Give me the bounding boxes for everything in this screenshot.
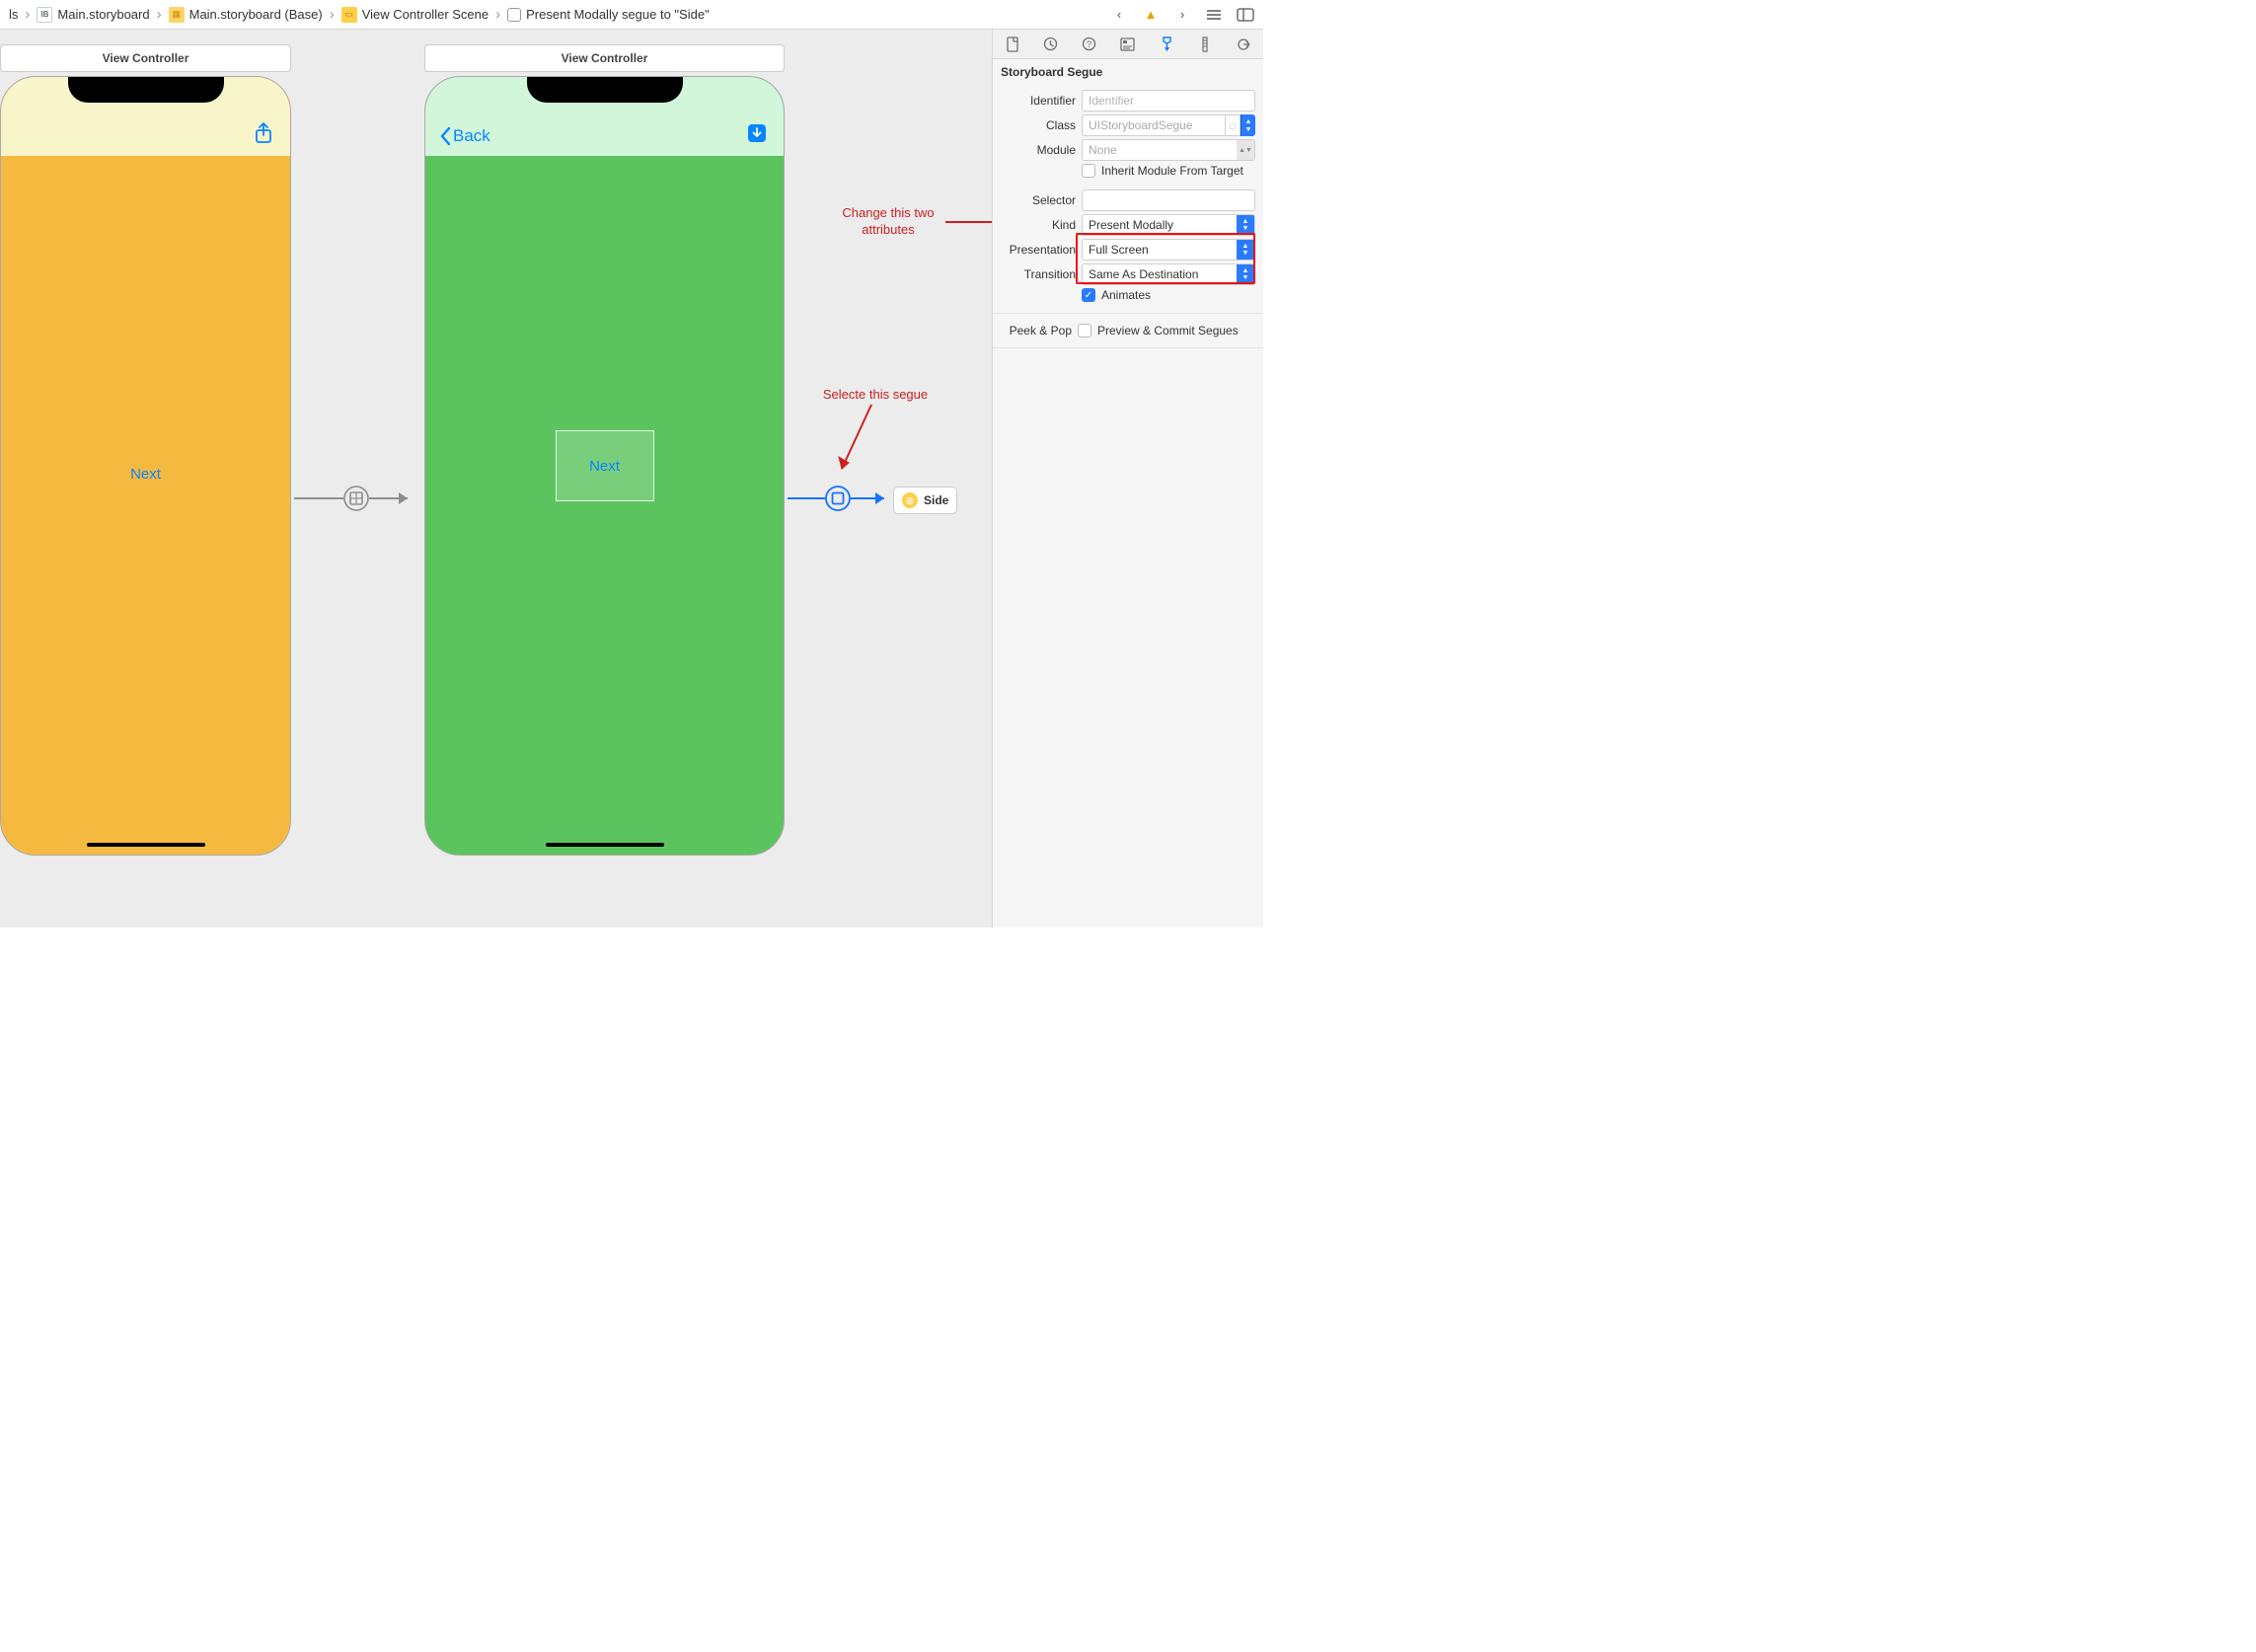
breadcrumb-item[interactable]: Present Modally segue to "Side" xyxy=(504,7,713,22)
adjust-editor-button[interactable] xyxy=(1202,4,1226,26)
next-button[interactable]: Next xyxy=(130,466,161,483)
annotation-arrow xyxy=(832,405,881,484)
breadcrumb-item[interactable]: ▦ Main.storyboard (Base) xyxy=(166,7,326,23)
checkbox-label: Preview & Commit Segues xyxy=(1097,324,1239,338)
document-outline-toggle[interactable] xyxy=(1234,4,1257,26)
breadcrumb-item[interactable]: ls xyxy=(6,7,21,22)
class-select[interactable]: UIStoryboardSegue xyxy=(1082,114,1226,136)
inherit-module-checkbox[interactable] xyxy=(1082,164,1095,178)
present-modally-segue[interactable] xyxy=(788,484,896,516)
field-label: Presentation xyxy=(1001,243,1076,257)
module-select[interactable]: None▲▼ xyxy=(1082,139,1255,161)
home-indicator xyxy=(546,843,664,847)
breadcrumb-label: View Controller Scene xyxy=(362,7,489,22)
device-notch xyxy=(68,77,224,103)
file-inspector-tab[interactable] xyxy=(1001,33,1024,56)
device-notch xyxy=(527,77,683,103)
inspector-panel: ? Storyboard Segue Identifier Class UISt… xyxy=(992,30,1263,928)
download-icon[interactable] xyxy=(744,120,770,146)
segue-icon xyxy=(507,8,521,22)
attributes-inspector-tab[interactable] xyxy=(1155,33,1178,56)
size-inspector-tab[interactable] xyxy=(1193,33,1217,56)
identity-inspector-tab[interactable] xyxy=(1116,33,1140,56)
kind-select[interactable]: Present Modally▲▼ xyxy=(1082,214,1255,236)
transition-select[interactable]: Same As Destination▲▼ xyxy=(1082,263,1255,285)
presentation-select[interactable]: Full Screen▲▼ xyxy=(1082,239,1255,261)
breadcrumb-label: Main.storyboard xyxy=(57,7,149,22)
device-frame: Back Next xyxy=(424,76,785,856)
breadcrumb-label: Present Modally segue to "Side" xyxy=(526,7,710,22)
divider xyxy=(993,347,1263,348)
scene-title[interactable]: View Controller xyxy=(0,44,291,72)
embed-segue[interactable] xyxy=(294,484,422,516)
breadcrumb-label: Main.storyboard (Base) xyxy=(189,7,323,22)
file-icon: IB xyxy=(37,7,52,23)
breadcrumb[interactable]: ls › IB Main.storyboard › ▦ Main.storybo… xyxy=(6,6,1107,23)
checkbox-label: Inherit Module From Target xyxy=(1101,164,1243,178)
class-jump-button[interactable]: ◌ xyxy=(1226,114,1241,136)
home-indicator xyxy=(87,843,205,847)
storyboard-icon: ▦ xyxy=(169,7,185,23)
field-label: Selector xyxy=(1001,193,1076,207)
share-icon[interactable] xyxy=(251,120,276,146)
storyboard-canvas[interactable]: View Controller Next xyxy=(0,30,992,928)
field-label: Kind xyxy=(1001,218,1076,232)
breadcrumb-item[interactable]: IB Main.storyboard xyxy=(34,7,152,23)
animates-checkbox[interactable]: ✓ xyxy=(1082,288,1095,302)
connections-inspector-tab[interactable] xyxy=(1232,33,1255,56)
storyboard-reference-label: Side xyxy=(924,493,948,507)
checkbox-label: Animates xyxy=(1101,288,1151,302)
back-button[interactable]: Back xyxy=(439,126,490,146)
inspector-section-title: Storyboard Segue xyxy=(993,59,1263,85)
annotation-text: Selecte this segue xyxy=(801,387,949,404)
help-inspector-tab[interactable]: ? xyxy=(1078,33,1101,56)
field-label: Peek & Pop xyxy=(1001,324,1072,338)
lines-icon xyxy=(1206,8,1222,22)
prev-issue-button[interactable]: ‹ xyxy=(1107,4,1131,26)
warning-icon[interactable]: ▲ xyxy=(1139,4,1163,26)
back-label: Back xyxy=(453,126,490,146)
sidebar-icon xyxy=(1237,8,1254,22)
history-inspector-tab[interactable] xyxy=(1039,33,1063,56)
chevron-right-icon: › xyxy=(495,6,500,23)
field-label: Transition xyxy=(1001,267,1076,281)
storyboard-reference[interactable]: ◎ Side xyxy=(893,487,957,514)
annotation-arrow xyxy=(945,212,992,232)
divider xyxy=(993,313,1263,314)
scene-icon: ▭ xyxy=(341,7,357,23)
chevron-left-icon xyxy=(439,126,451,146)
breadcrumb-item[interactable]: ▭ View Controller Scene xyxy=(338,7,491,23)
jump-bar: ls › IB Main.storyboard › ▦ Main.storybo… xyxy=(0,0,1263,30)
chevron-right-icon: › xyxy=(157,6,162,23)
inspector-tabs: ? xyxy=(993,30,1263,59)
device-frame: Next xyxy=(0,76,291,856)
field-label: Module xyxy=(1001,143,1076,157)
peek-pop-checkbox[interactable] xyxy=(1078,324,1091,338)
field-label: Class xyxy=(1001,118,1076,132)
view-controller-scene-1[interactable]: View Controller Next xyxy=(0,44,291,856)
identifier-input[interactable] xyxy=(1082,90,1255,112)
annotation-text: Change this two attributes xyxy=(819,205,957,239)
jump-bar-actions: ‹ ▲ › xyxy=(1107,4,1257,26)
next-button[interactable]: Next xyxy=(589,458,620,475)
next-issue-button[interactable]: › xyxy=(1170,4,1194,26)
chevron-right-icon: › xyxy=(330,6,335,23)
svg-text:?: ? xyxy=(1087,39,1091,49)
peek-pop-row: Peek & Pop Preview & Commit Segues xyxy=(993,320,1263,341)
field-label: Identifier xyxy=(1001,94,1076,108)
view-controller-scene-2[interactable]: View Controller Back Next xyxy=(424,44,785,856)
breadcrumb-label: ls xyxy=(9,7,18,22)
scene-title[interactable]: View Controller xyxy=(424,44,785,72)
chevron-right-icon: › xyxy=(25,6,30,23)
selector-input[interactable] xyxy=(1082,189,1255,211)
storyboard-reference-icon: ◎ xyxy=(902,492,918,508)
container-view[interactable]: Next xyxy=(556,430,654,501)
